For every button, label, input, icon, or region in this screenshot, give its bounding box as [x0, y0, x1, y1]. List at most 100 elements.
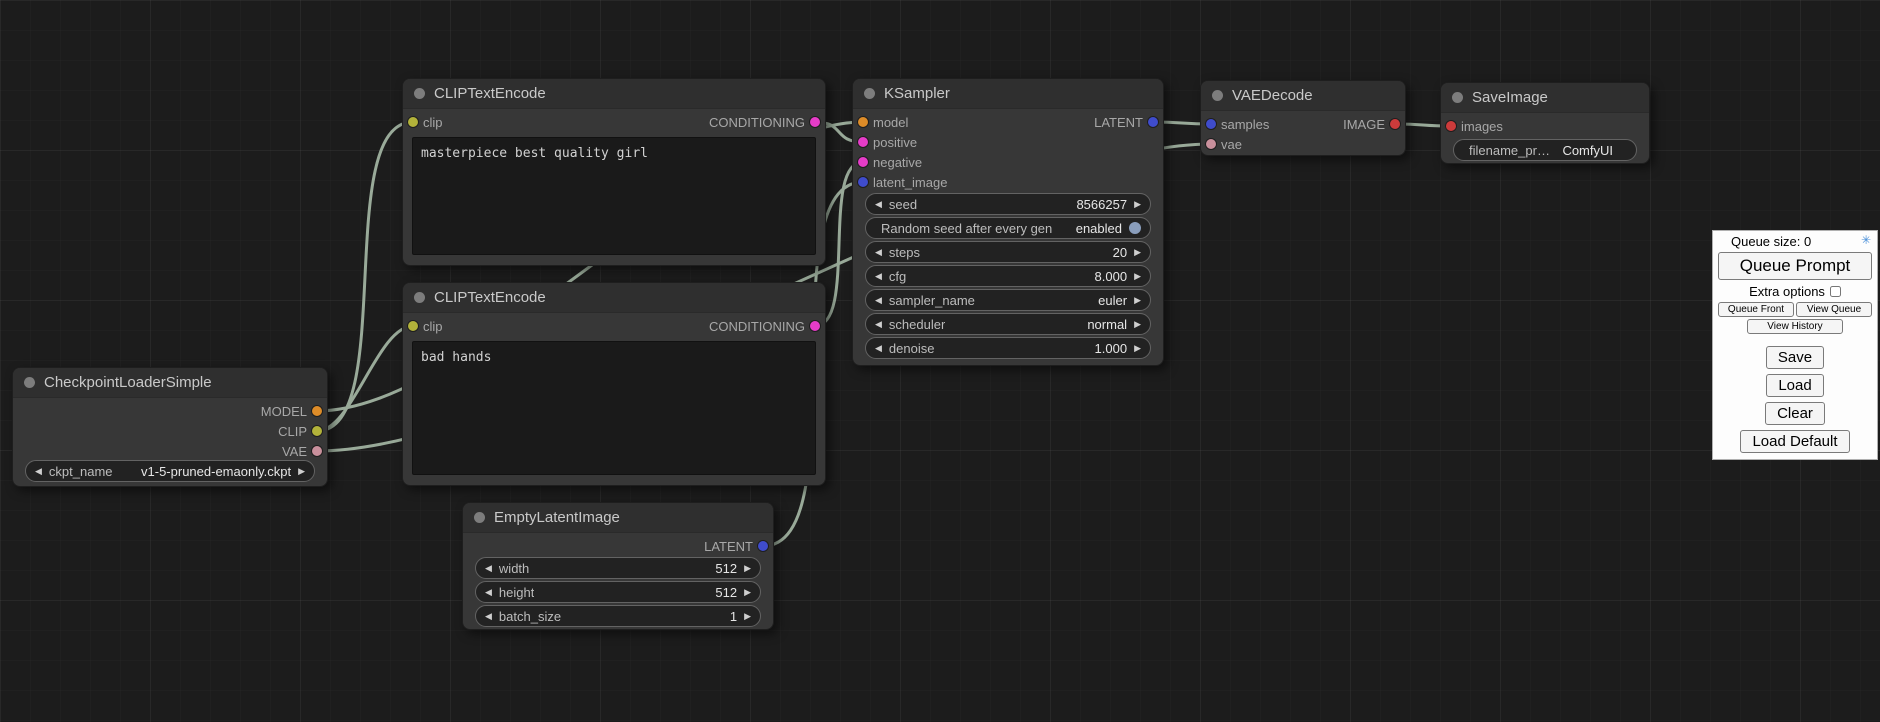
positive-input-port[interactable]	[858, 137, 868, 147]
node-clip-text-encode-positive[interactable]: CLIPTextEncode clip CONDITIONING masterp…	[402, 78, 826, 266]
slot-row: model LATENT	[853, 112, 1163, 132]
ckpt-name-widget[interactable]: ◀ ckpt_name v1-5-pruned-emaonly.ckpt ▶	[25, 460, 315, 482]
node-empty-latent-image[interactable]: EmptyLatentImage LATENT ◀ width 512 ▶ ◀ …	[462, 502, 774, 630]
save-button[interactable]: Save	[1766, 346, 1824, 369]
latent-output-port[interactable]	[1148, 117, 1158, 127]
collapse-dot-icon[interactable]	[474, 512, 485, 523]
node-title-bar[interactable]: EmptyLatentImage	[463, 503, 773, 533]
increment-arrow-icon[interactable]: ▶	[1134, 272, 1141, 281]
load-default-button[interactable]: Load Default	[1740, 430, 1849, 453]
collapse-dot-icon[interactable]	[414, 88, 425, 99]
random-seed-toggle-widget[interactable]: Random seed after every gen enabled	[865, 217, 1151, 239]
increment-arrow-icon[interactable]: ▶	[744, 588, 751, 597]
decrement-arrow-icon[interactable]: ◀	[875, 272, 882, 281]
load-button[interactable]: Load	[1766, 374, 1823, 397]
widget-label: sampler_name	[889, 293, 975, 308]
node-link[interactable]	[317, 326, 413, 431]
slot-row: images	[1441, 116, 1649, 136]
collapse-dot-icon[interactable]	[1212, 90, 1223, 101]
decrement-arrow-icon[interactable]: ◀	[35, 467, 42, 476]
comfy-menu-panel: Queue size: 0 ✳ Queue Prompt Extra optio…	[1712, 230, 1878, 460]
filename-prefix-widget[interactable]: filename_prefix ComfyUI	[1453, 139, 1637, 161]
collapse-dot-icon[interactable]	[414, 292, 425, 303]
cfg-widget[interactable]: ◀ cfg 8.000 ▶	[865, 265, 1151, 287]
slot-row: samples IMAGE	[1201, 114, 1405, 134]
decrement-arrow-icon[interactable]: ◀	[485, 564, 492, 573]
node-title: SaveImage	[1472, 89, 1548, 106]
slot-row: CLIP	[13, 421, 327, 441]
decrement-arrow-icon[interactable]: ◀	[485, 612, 492, 621]
conditioning-output-label: CONDITIONING	[709, 319, 825, 334]
node-ksampler[interactable]: KSampler model LATENT positive negative …	[852, 78, 1164, 366]
width-widget[interactable]: ◀ width 512 ▶	[475, 557, 761, 579]
model-input-port[interactable]	[858, 117, 868, 127]
latent-output-port[interactable]	[758, 541, 768, 551]
menu-drag-icon[interactable]: ✳	[1861, 234, 1871, 246]
seed-widget[interactable]: ◀ seed 8566257 ▶	[865, 193, 1151, 215]
node-title-bar[interactable]: VAEDecode	[1201, 81, 1405, 111]
collapse-dot-icon[interactable]	[24, 377, 35, 388]
scheduler-widget[interactable]: ◀ scheduler normal ▶	[865, 313, 1151, 335]
node-title-bar[interactable]: SaveImage	[1441, 83, 1649, 113]
conditioning-output-port[interactable]	[810, 117, 820, 127]
images-input-port[interactable]	[1446, 121, 1456, 131]
increment-arrow-icon[interactable]: ▶	[1134, 200, 1141, 209]
increment-arrow-icon[interactable]: ▶	[1134, 296, 1141, 305]
increment-arrow-icon[interactable]: ▶	[1134, 248, 1141, 257]
node-title-bar[interactable]: CLIPTextEncode	[403, 283, 825, 313]
increment-arrow-icon[interactable]: ▶	[1134, 344, 1141, 353]
denoise-widget[interactable]: ◀ denoise 1.000 ▶	[865, 337, 1151, 359]
decrement-arrow-icon[interactable]: ◀	[875, 200, 882, 209]
queue-prompt-button[interactable]: Queue Prompt	[1718, 252, 1872, 280]
increment-arrow-icon[interactable]: ▶	[744, 612, 751, 621]
negative-prompt-textarea[interactable]: bad hands	[412, 341, 816, 475]
widget-label: filename_prefix	[1469, 143, 1555, 158]
decrement-arrow-icon[interactable]: ◀	[875, 320, 882, 329]
widget-label: Random seed after every gen	[881, 221, 1052, 236]
samples-input-port[interactable]	[1206, 119, 1216, 129]
node-title-bar[interactable]: CLIPTextEncode	[403, 79, 825, 109]
node-checkpoint-loader-simple[interactable]: CheckpointLoaderSimple MODEL CLIP VAE ◀ …	[12, 367, 328, 487]
decrement-arrow-icon[interactable]: ◀	[485, 588, 492, 597]
decrement-arrow-icon[interactable]: ◀	[875, 296, 882, 305]
positive-prompt-textarea[interactable]: masterpiece best quality girl	[412, 137, 816, 255]
collapse-dot-icon[interactable]	[1452, 92, 1463, 103]
toggle-dot-icon[interactable]	[1129, 222, 1141, 234]
steps-widget[interactable]: ◀ steps 20 ▶	[865, 241, 1151, 263]
vae-input-port[interactable]	[1206, 139, 1216, 149]
clear-button[interactable]: Clear	[1765, 402, 1825, 425]
vae-output-port[interactable]	[312, 446, 322, 456]
extra-options-checkbox[interactable]	[1830, 286, 1841, 297]
sampler-name-widget[interactable]: ◀ sampler_name euler ▶	[865, 289, 1151, 311]
increment-arrow-icon[interactable]: ▶	[298, 467, 305, 476]
widget-label: batch_size	[499, 609, 561, 624]
node-title-bar[interactable]: KSampler	[853, 79, 1163, 109]
negative-input-port[interactable]	[858, 157, 868, 167]
slot-row: clip CONDITIONING	[403, 112, 825, 132]
widget-value: 20	[1113, 245, 1127, 260]
collapse-dot-icon[interactable]	[864, 88, 875, 99]
view-queue-button[interactable]: View Queue	[1796, 302, 1872, 317]
node-title: KSampler	[884, 85, 950, 102]
node-vae-decode[interactable]: VAEDecode samples IMAGE vae	[1200, 80, 1406, 156]
clip-input-port[interactable]	[408, 321, 418, 331]
queue-front-button[interactable]: Queue Front	[1718, 302, 1794, 317]
clip-input-port[interactable]	[408, 117, 418, 127]
node-save-image[interactable]: SaveImage images filename_prefix ComfyUI	[1440, 82, 1650, 164]
node-title-bar[interactable]: CheckpointLoaderSimple	[13, 368, 327, 398]
image-output-port[interactable]	[1390, 119, 1400, 129]
view-history-button[interactable]: View History	[1747, 319, 1843, 334]
increment-arrow-icon[interactable]: ▶	[744, 564, 751, 573]
batch-size-widget[interactable]: ◀ batch_size 1 ▶	[475, 605, 761, 627]
latent-image-input-port[interactable]	[858, 177, 868, 187]
model-output-port[interactable]	[312, 406, 322, 416]
widget-value: v1-5-pruned-emaonly.ckpt	[141, 464, 291, 479]
decrement-arrow-icon[interactable]: ◀	[875, 248, 882, 257]
clip-output-port[interactable]	[312, 426, 322, 436]
height-widget[interactable]: ◀ height 512 ▶	[475, 581, 761, 603]
decrement-arrow-icon[interactable]: ◀	[875, 344, 882, 353]
node-link[interactable]	[317, 122, 413, 431]
conditioning-output-port[interactable]	[810, 321, 820, 331]
node-clip-text-encode-negative[interactable]: CLIPTextEncode clip CONDITIONING bad han…	[402, 282, 826, 486]
increment-arrow-icon[interactable]: ▶	[1134, 320, 1141, 329]
